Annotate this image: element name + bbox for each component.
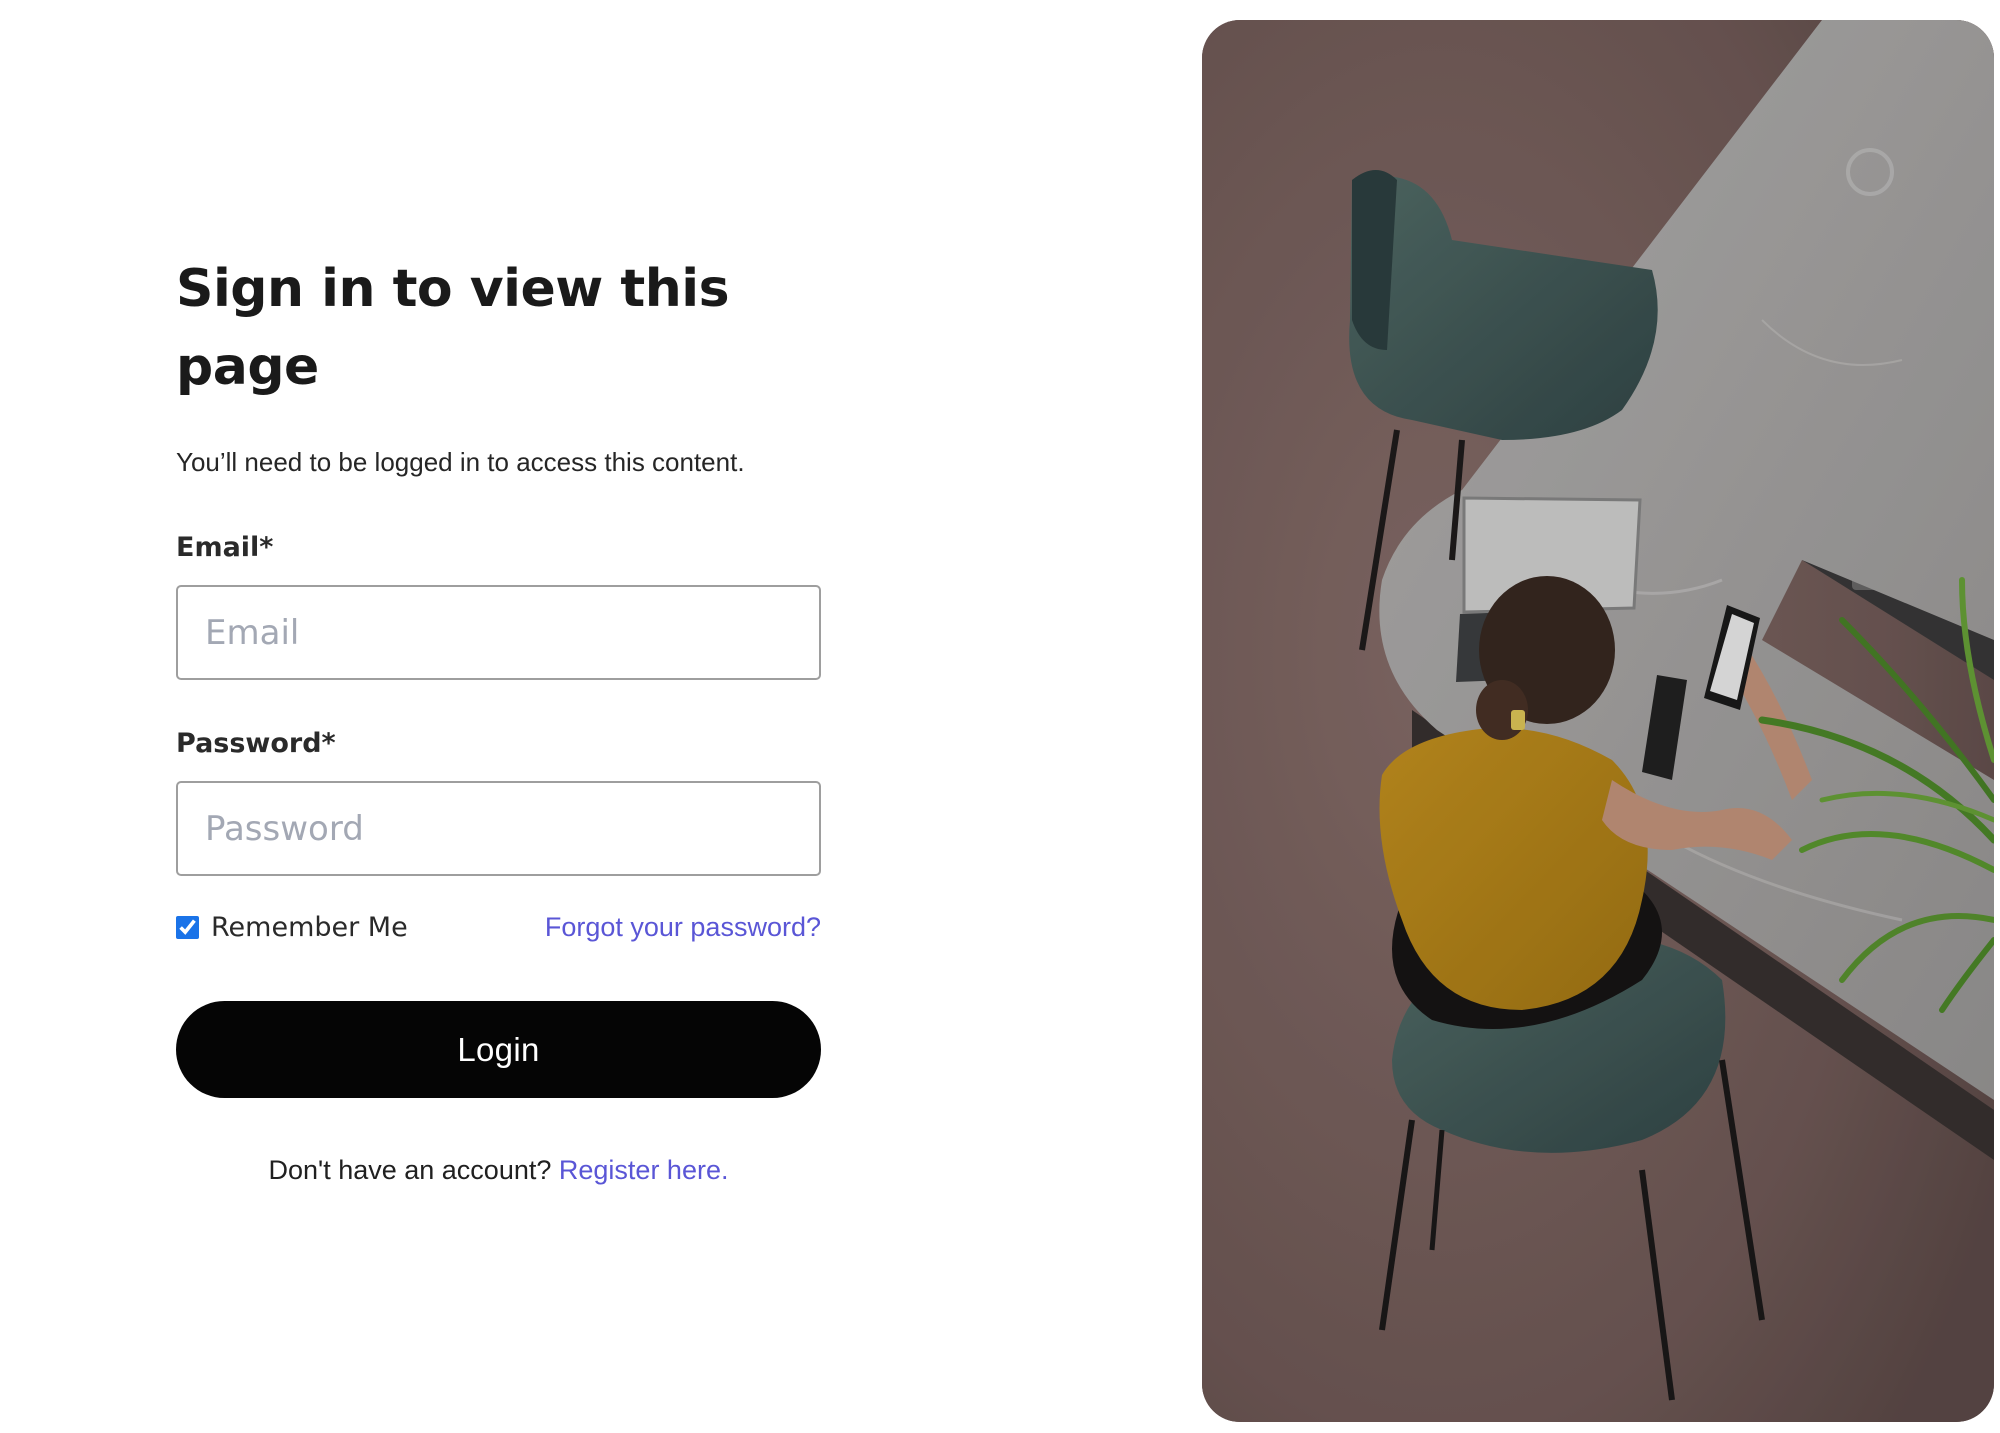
forgot-password-link[interactable]: Forgot your password? bbox=[545, 912, 821, 943]
woman-at-counter-photo bbox=[1202, 20, 1994, 1422]
password-label: Password* bbox=[176, 728, 336, 759]
login-button[interactable]: Login bbox=[176, 1001, 821, 1098]
register-prompt: Don't have an account? Register here. bbox=[176, 1152, 821, 1188]
page-subtitle: You’ll need to be logged in to access th… bbox=[176, 447, 745, 477]
page-title: Sign in to view this page bbox=[176, 259, 730, 397]
register-prompt-text: Don't have an account? bbox=[268, 1155, 552, 1185]
hero-image bbox=[1202, 20, 1994, 1422]
password-input[interactable] bbox=[176, 781, 821, 876]
email-input[interactable] bbox=[176, 585, 821, 680]
form-options-row: Remember Me Forgot your password? bbox=[176, 906, 821, 948]
register-link[interactable]: Register here. bbox=[559, 1155, 729, 1185]
remember-me-checkbox[interactable] bbox=[176, 915, 199, 939]
remember-me-label: Remember Me bbox=[211, 911, 408, 943]
login-form: Sign in to view this page You’ll need to… bbox=[176, 250, 821, 1188]
remember-me[interactable]: Remember Me bbox=[176, 912, 408, 943]
email-label: Email* bbox=[176, 532, 274, 563]
